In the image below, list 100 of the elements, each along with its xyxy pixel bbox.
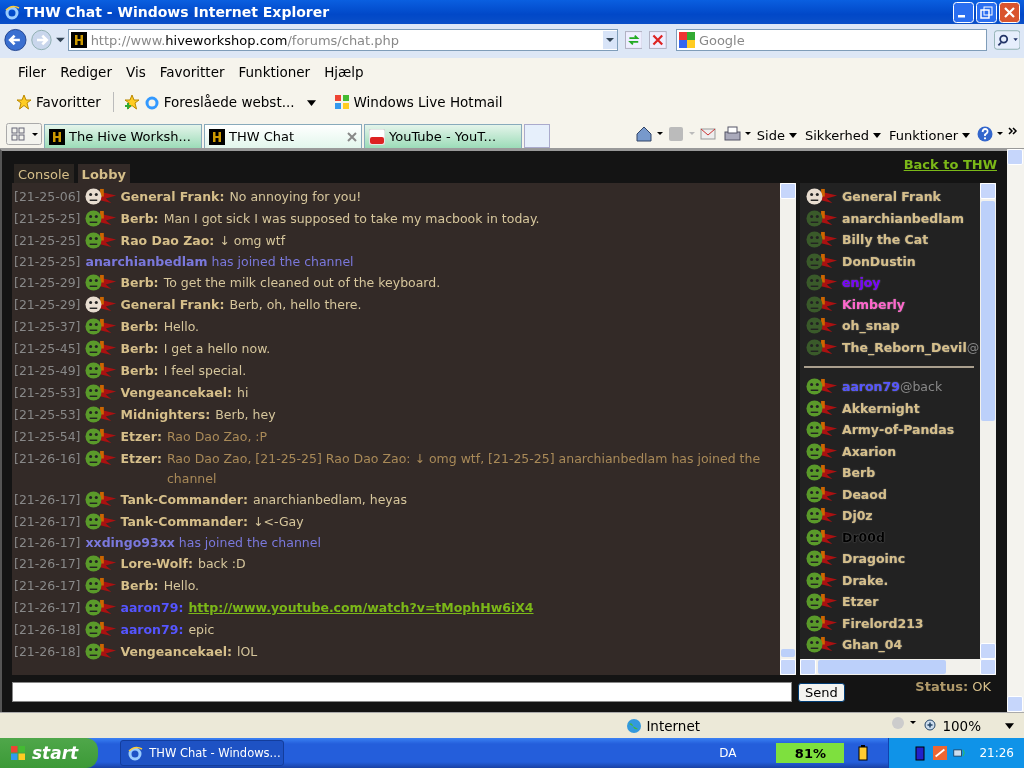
star-icon[interactable] xyxy=(16,94,32,110)
scrollbar[interactable] xyxy=(780,183,796,675)
battery-meter: 81% xyxy=(776,743,845,763)
user-list-item[interactable]: General Frank xyxy=(842,189,941,205)
user-list-item[interactable]: Dragoinc xyxy=(842,551,906,567)
dropdown-icon[interactable] xyxy=(602,31,617,49)
taskbar-window-button[interactable]: THW Chat - Windows... xyxy=(120,740,285,766)
restore-button[interactable] xyxy=(976,1,997,23)
menu-item[interactable]: Hjælp xyxy=(324,64,364,80)
add-favorite-icon[interactable] xyxy=(123,94,140,110)
back-button[interactable] xyxy=(4,27,27,53)
orc-avatar-icon xyxy=(806,592,838,612)
timestamp: [21-25-54] xyxy=(14,428,81,446)
user-list-item[interactable]: oh_snap xyxy=(842,318,900,334)
menu-item[interactable]: Rediger xyxy=(60,64,112,80)
mail-icon[interactable] xyxy=(698,125,717,143)
close-icon[interactable] xyxy=(347,131,357,142)
scrollbar[interactable] xyxy=(1007,149,1024,712)
command-menu[interactable]: Sikkerhed xyxy=(804,128,869,143)
command-menu[interactable]: Side xyxy=(756,128,785,143)
username: Berb: xyxy=(120,274,159,292)
refresh-icon[interactable] xyxy=(624,30,643,50)
timestamp: [21-26-17] xyxy=(14,599,81,617)
browser-tab[interactable]: YouTube - YouT... xyxy=(364,124,522,148)
timestamp: [21-25-49] xyxy=(14,362,81,380)
address-field[interactable]: http://www.hiveworkshop.com/forums/chat.php xyxy=(67,29,618,51)
browser-tab[interactable]: THW Chat xyxy=(204,124,362,148)
search-field[interactable]: Google xyxy=(675,29,987,51)
caret-icon[interactable] xyxy=(1005,721,1014,730)
user-list-item[interactable]: anarchianbedlam xyxy=(842,210,964,226)
scrollbar[interactable] xyxy=(800,659,996,675)
minimize-button[interactable] xyxy=(953,1,974,23)
user-list-item[interactable]: Drake. xyxy=(842,572,889,588)
favorites-button[interactable]: Favoritter xyxy=(36,94,101,110)
orc-avatar-icon xyxy=(84,209,117,228)
menu-item[interactable]: Filer xyxy=(18,64,47,80)
chat-tab[interactable]: Lobby xyxy=(77,164,130,183)
site-logo-icon xyxy=(49,128,65,145)
back-link[interactable]: Back to THW xyxy=(903,157,997,172)
stop-icon[interactable] xyxy=(649,30,667,50)
user-list-item[interactable]: Berb xyxy=(842,465,876,481)
caret-icon[interactable] xyxy=(306,97,316,107)
caret-icon[interactable] xyxy=(872,131,881,139)
favorites-link[interactable]: Windows Live Hotmail xyxy=(353,94,503,110)
menu-item[interactable]: Vis xyxy=(125,64,146,80)
language-indicator[interactable]: DA xyxy=(719,746,737,760)
browser-tab[interactable]: The Hive Worksh... xyxy=(44,124,202,148)
user-list-item[interactable]: Ghan_04 xyxy=(842,637,903,653)
site-logo-icon xyxy=(209,128,225,145)
message-input[interactable] xyxy=(12,682,792,702)
zoom-icon[interactable] xyxy=(924,718,939,733)
battery-icon[interactable] xyxy=(856,744,871,762)
join-notice: anarchianbedlam has joined the channel xyxy=(85,253,354,271)
windows-flag-icon xyxy=(10,745,26,761)
chat-tab[interactable]: Console xyxy=(14,164,74,183)
username: General Frank: xyxy=(120,188,225,206)
send-button[interactable]: Send xyxy=(798,682,845,702)
user-list-item[interactable]: Etzer xyxy=(842,594,879,610)
username: General Frank: xyxy=(120,296,225,314)
orc-avatar-icon xyxy=(806,527,838,547)
user-list-item[interactable]: Army-of-Pandas xyxy=(842,422,955,438)
print-icon[interactable] xyxy=(722,125,753,143)
more-icon[interactable] xyxy=(1008,126,1018,136)
user-list-item[interactable]: DonDustin xyxy=(842,253,916,269)
dropdown-icon[interactable] xyxy=(55,35,65,45)
menu-item[interactable]: Favoritter xyxy=(159,64,225,80)
command-menu[interactable]: Funktioner xyxy=(888,128,958,143)
zoom-level[interactable]: 100% xyxy=(942,717,981,734)
user-list-item[interactable]: Deaod xyxy=(842,486,887,502)
orc-avatar-icon xyxy=(806,463,838,483)
timestamp: [21-25-25] xyxy=(14,253,81,271)
user-list-item[interactable]: Kimberly xyxy=(842,296,906,312)
quick-tabs-button[interactable] xyxy=(6,123,42,145)
home-icon[interactable] xyxy=(634,125,665,143)
menu-item[interactable]: Funktioner xyxy=(238,64,311,80)
timestamp: [21-26-17] xyxy=(14,534,81,552)
search-button[interactable] xyxy=(993,29,1020,51)
orc-avatar-icon xyxy=(84,642,117,661)
orc-avatar-icon xyxy=(84,273,117,292)
close-button[interactable] xyxy=(999,1,1020,23)
timestamp: [21-25-29] xyxy=(14,274,81,292)
username: Lore-Wolf: xyxy=(120,555,193,573)
user-list-item[interactable]: Firelord213 xyxy=(842,615,924,631)
username: Berb: xyxy=(120,577,159,595)
window-title: THW Chat - Windows Internet Explorer xyxy=(24,4,331,20)
help-icon[interactable] xyxy=(976,125,1006,143)
user-list-item[interactable]: Billy the Cat xyxy=(842,232,929,248)
user-list-item[interactable]: The_Reborn_Devil xyxy=(842,339,967,355)
user-list-item[interactable]: Axarion xyxy=(842,443,897,459)
timestamp: [21-26-18] xyxy=(14,643,81,661)
user-list-item[interactable]: Akkernight xyxy=(842,400,920,416)
username: Etzer: xyxy=(120,428,162,446)
message-text: To get the milk cleaned out of the keyboard. xyxy=(163,274,442,292)
scrollbar[interactable] xyxy=(980,183,996,659)
caret-icon[interactable] xyxy=(962,131,970,139)
message-link[interactable]: http://www.youtube.com/watch?v=tMophHw6iX4 xyxy=(188,598,534,618)
caret-icon[interactable] xyxy=(788,131,797,139)
app-tray-icon[interactable] xyxy=(933,744,948,762)
favorites-link[interactable]: Foreslåede webst... xyxy=(163,94,295,110)
user-list-item[interactable]: Dj0z xyxy=(842,508,873,524)
